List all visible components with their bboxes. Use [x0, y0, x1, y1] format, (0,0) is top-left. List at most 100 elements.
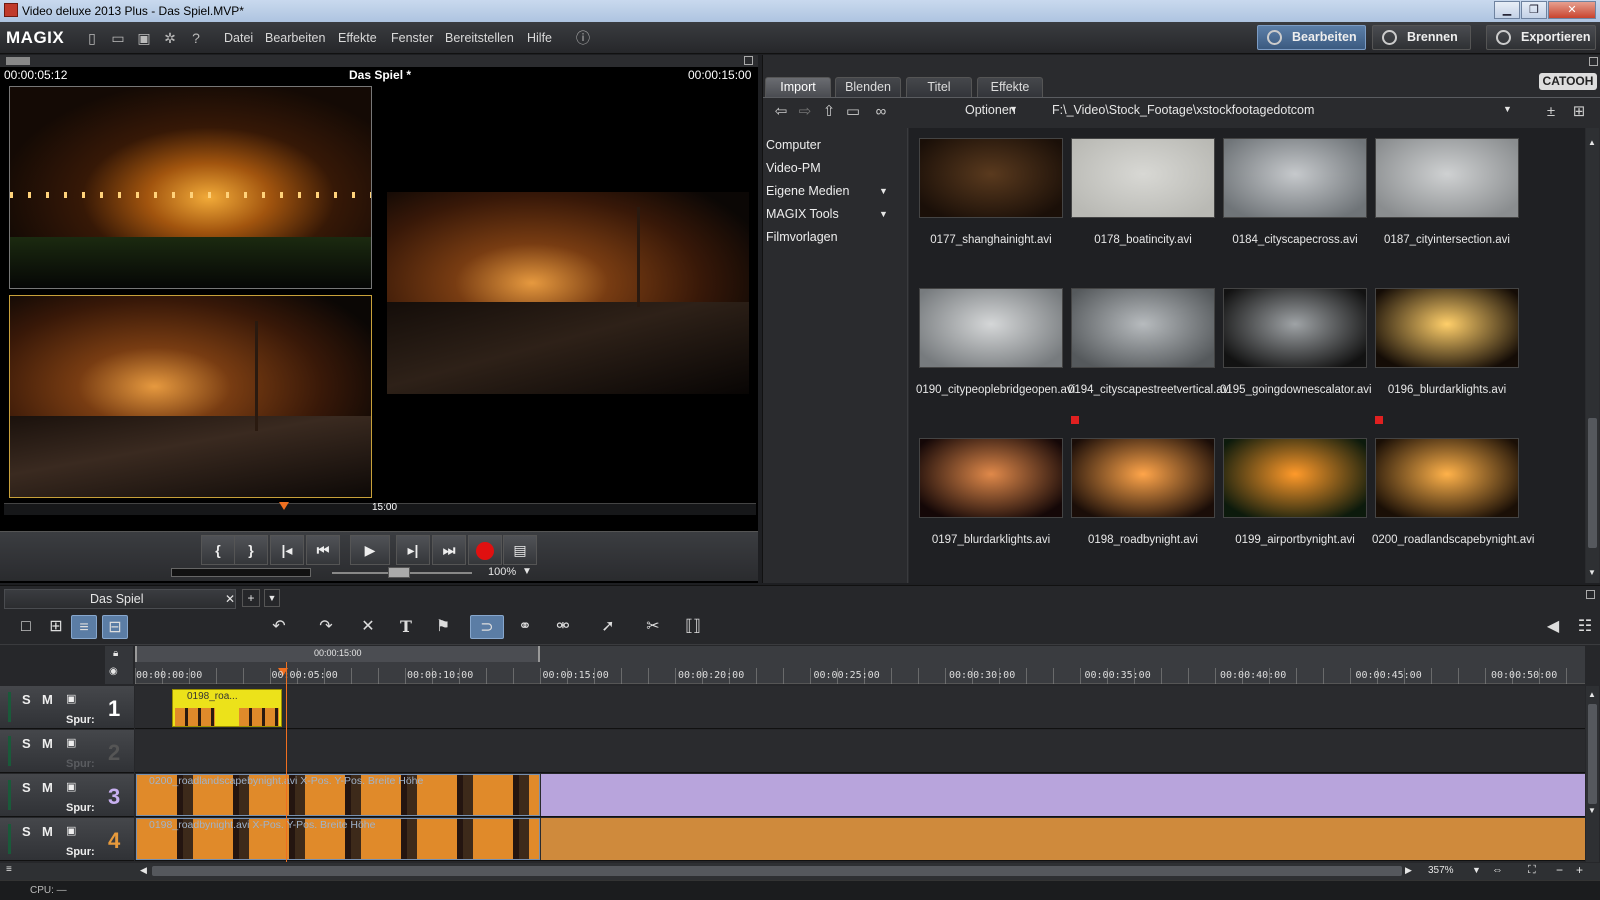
single-view-icon[interactable]: □: [13, 615, 39, 639]
tracks-scroll-thumb[interactable]: [1588, 704, 1597, 804]
menu-hilfe[interactable]: Hilfe: [527, 31, 552, 45]
binoculars-icon[interactable]: ∞: [871, 103, 891, 121]
timeline-scrollbar[interactable]: ≡ ◀ ▶ 357% ▼ ⇔ ⛶ − +: [0, 863, 1600, 880]
mode-edit-button[interactable]: Bearbeiten: [1257, 25, 1366, 50]
tree-eigene-medien[interactable]: Eigene Medien: [766, 184, 849, 198]
lock-icon[interactable]: 🔒︎: [113, 648, 118, 659]
mute-button[interactable]: M: [42, 824, 53, 839]
media-thumbnail[interactable]: [1071, 138, 1215, 218]
menu-fenster[interactable]: Fenster: [391, 31, 433, 45]
mute-button[interactable]: M: [42, 736, 53, 751]
record-button[interactable]: [468, 535, 502, 565]
mute-button[interactable]: M: [42, 780, 53, 795]
media-thumbnail[interactable]: [1223, 438, 1367, 518]
up-folder-icon[interactable]: ⇧: [819, 103, 839, 121]
path-dropdown-icon[interactable]: ▼: [1503, 104, 1512, 114]
media-file-name[interactable]: 0178_boatincity.avi: [1068, 234, 1218, 247]
play-button[interactable]: ▶: [350, 535, 390, 565]
media-thumbnail[interactable]: [1375, 138, 1519, 218]
open-folder-icon[interactable]: ▭: [110, 30, 126, 46]
zoom-slider-knob[interactable]: [388, 567, 410, 578]
media-file-name[interactable]: 0177_shanghainight.avi: [916, 234, 1066, 247]
track-lock-icon[interactable]: ▣: [66, 824, 76, 837]
ripple-mode-icon[interactable]: ⊃: [470, 615, 504, 639]
solo-button[interactable]: S: [22, 780, 31, 795]
marker-flag-icon[interactable]: ⚑: [430, 615, 456, 639]
media-thumbnail[interactable]: [1071, 288, 1215, 368]
tab-import[interactable]: Import: [765, 77, 831, 97]
track4-extension-region[interactable]: [541, 818, 1585, 860]
mark-in-button[interactable]: {: [201, 535, 235, 565]
stop-button[interactable]: ▤: [503, 535, 537, 565]
media-file-name[interactable]: 0194_cityscapestreetvertical.avi: [1068, 384, 1231, 397]
grid-view-icon[interactable]: ⊞: [1569, 103, 1589, 121]
playhead-marker[interactable]: [279, 502, 289, 510]
expand-magix-tools-icon[interactable]: ▼: [879, 209, 888, 219]
media-file-name[interactable]: 0198_roadbynight.avi: [1068, 534, 1218, 547]
solo-button[interactable]: S: [22, 736, 31, 751]
solo-button[interactable]: S: [22, 824, 31, 839]
media-thumbnail[interactable]: [919, 138, 1063, 218]
zoom-out-icon[interactable]: −: [1556, 863, 1563, 877]
playhead-line[interactable]: [286, 662, 287, 862]
add-icon[interactable]: ±: [1541, 103, 1561, 121]
media-file-name[interactable]: 0195_goingdownescalator.avi: [1220, 384, 1372, 397]
menu-datei[interactable]: Datei: [224, 31, 253, 45]
zoom-fit-icon[interactable]: ⇔: [1492, 864, 1503, 876]
mode-burn-button[interactable]: Brennen: [1372, 25, 1471, 50]
media-thumbnail[interactable]: [1375, 438, 1519, 518]
media-file-name[interactable]: 0187_cityintersection.avi: [1372, 234, 1522, 247]
back-arrow-icon[interactable]: ⇦: [771, 103, 791, 121]
media-thumbnail[interactable]: [919, 438, 1063, 518]
mode-export-button[interactable]: Exportieren: [1486, 25, 1596, 50]
prev-marker-button[interactable]: |◂: [270, 535, 304, 565]
track3-extension-region[interactable]: [541, 774, 1585, 816]
tree-filmvorlagen[interactable]: Filmvorlagen: [766, 230, 838, 244]
tabs-dropdown-icon[interactable]: ▼: [264, 589, 280, 607]
next-frame-button[interactable]: ⏭: [432, 535, 466, 565]
track-lock-icon[interactable]: ▣: [66, 780, 76, 793]
media-thumbnail[interactable]: [1223, 138, 1367, 218]
media-file-name[interactable]: 0197_blurdarklights.avi: [916, 534, 1066, 547]
folder-icon[interactable]: ▭: [843, 103, 863, 121]
scroll-right-icon[interactable]: ▶: [1405, 865, 1412, 876]
storyboard-view-icon[interactable]: ⊞: [43, 615, 69, 639]
mouse-mode-icon[interactable]: ➚: [595, 615, 621, 639]
video-frame-track1[interactable]: [387, 192, 749, 394]
tracks-vscrollbar[interactable]: ▲ ▼: [1586, 686, 1599, 862]
clip-track4[interactable]: 0198_roadbynight.avi X-Pos. Y-Pos. Breit…: [136, 818, 540, 860]
help-pointer-icon[interactable]: ?: [188, 30, 204, 46]
visibility-eye-icon[interactable]: ◉: [109, 666, 118, 677]
video-frame-track3[interactable]: [9, 86, 372, 289]
range-markers-icon[interactable]: ⟦⟧: [680, 615, 706, 639]
zoom-full-icon[interactable]: ⛶: [1528, 864, 1536, 877]
scroll-left-icon[interactable]: ◀: [140, 865, 147, 876]
forward-arrow-icon[interactable]: ⇨: [795, 103, 815, 121]
minimize-button[interactable]: ▁: [1494, 1, 1520, 19]
timeline-scroll-thumb[interactable]: [152, 866, 1402, 876]
zoom-slider[interactable]: [332, 567, 472, 578]
track-lane[interactable]: [135, 730, 1585, 773]
multicam-view-icon[interactable]: ⊟: [102, 615, 128, 639]
tab-blenden[interactable]: Blenden: [835, 77, 901, 97]
scroll-up-icon[interactable]: ▲: [1588, 138, 1596, 147]
save-icon[interactable]: ▣: [136, 30, 152, 46]
close-window-button[interactable]: ✕: [1548, 1, 1596, 19]
clip-track1[interactable]: 0198_roa...: [172, 689, 282, 727]
timeline-view-icon[interactable]: ≡: [71, 615, 97, 639]
mark-out-button[interactable]: }: [234, 535, 268, 565]
maximize-timeline-icon[interactable]: [1586, 590, 1595, 599]
path-field[interactable]: F:\_Video\Stock_Footage\xstockfootagedot…: [1052, 103, 1314, 117]
tracks-scroll-up-icon[interactable]: ▲: [1588, 690, 1596, 699]
menu-bearbeiten[interactable]: Bearbeiten: [265, 31, 325, 45]
menu-effekte[interactable]: Effekte: [338, 31, 377, 45]
new-file-icon[interactable]: ▯: [84, 30, 100, 46]
tree-video-pm[interactable]: Video-PM: [766, 161, 821, 175]
solo-button[interactable]: S: [22, 692, 31, 707]
tracks-scroll-down-icon[interactable]: ▼: [1588, 806, 1596, 815]
redo-icon[interactable]: ↷: [313, 615, 339, 639]
mute-button[interactable]: M: [42, 692, 53, 707]
prev-frame-button[interactable]: ⏮: [306, 535, 340, 565]
options-dropdown-icon[interactable]: ▼: [1009, 104, 1018, 114]
timeline-zoom-dropdown-icon[interactable]: ▼: [1472, 865, 1481, 875]
